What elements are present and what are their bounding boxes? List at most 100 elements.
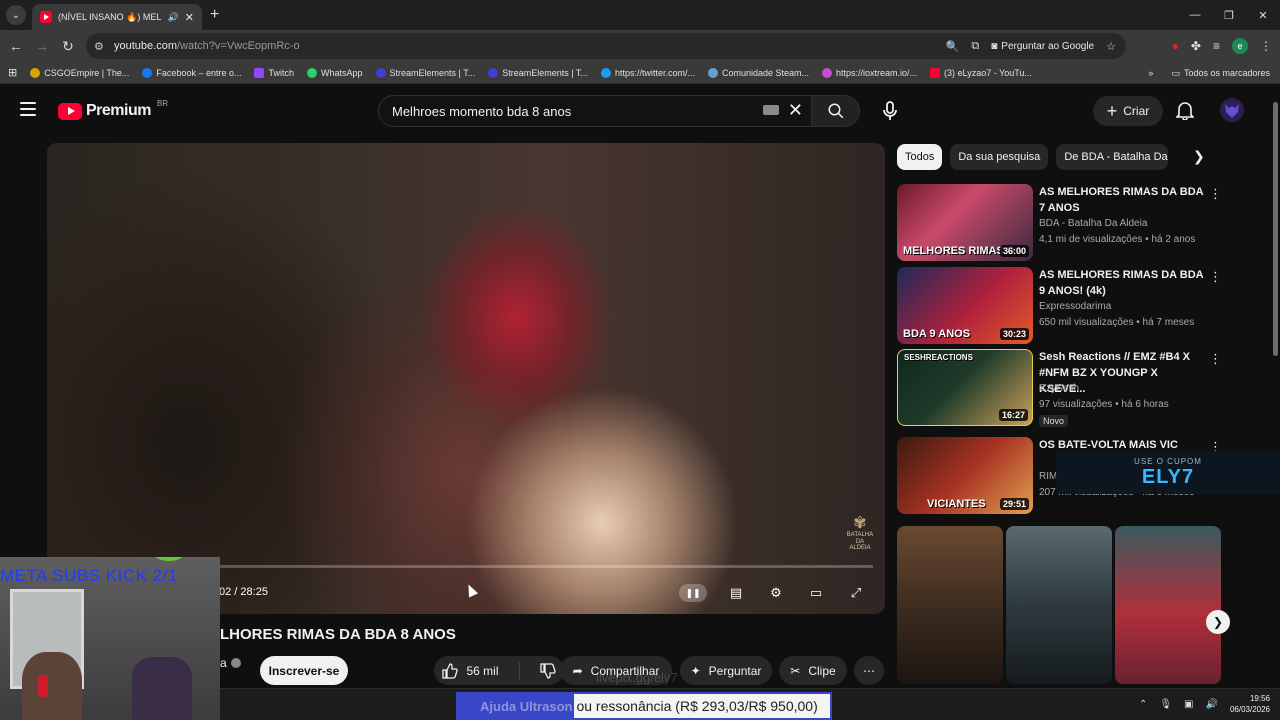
- shorts-next-chevron-icon[interactable]: ❯: [1206, 610, 1230, 634]
- voice-search-button[interactable]: [872, 95, 908, 127]
- minimize-icon[interactable]: —: [1178, 0, 1212, 30]
- more-bookmarks-chevron-icon[interactable]: »: [1148, 68, 1153, 78]
- bookmark-steam[interactable]: Comunidade Steam...: [707, 67, 809, 78]
- recommendation-channel[interactable]: RIM: [1039, 471, 1057, 482]
- time-display: 02 / 28:25: [219, 586, 268, 598]
- like-button[interactable]: 56 mil: [442, 662, 499, 679]
- short-thumbnail[interactable]: [1006, 526, 1112, 684]
- notifications-bell-icon[interactable]: [1175, 100, 1195, 125]
- bookmark-streamelements-1[interactable]: StreamElements | T...: [375, 67, 475, 78]
- video-thumbnail[interactable]: BDA 9 ANOS 30:23: [897, 267, 1033, 344]
- create-label: Criar: [1123, 104, 1150, 118]
- chip-from-channel[interactable]: De BDA - Batalha Da Aldeia: [1056, 144, 1169, 170]
- kebab-menu-icon[interactable]: ⋮: [1209, 186, 1222, 202]
- recommendation-title[interactable]: AS MELHORES RIMAS DA BDA 7 ANOS: [1039, 184, 1204, 216]
- recommendation-channel[interactable]: BDA - Batalha Da Aldeia: [1039, 218, 1147, 229]
- bookmark-ioxtream[interactable]: https://ioxtream.io/...: [822, 67, 917, 78]
- recommendation-item[interactable]: SESHREACTIONS 16:27 Sesh Reactions // EM…: [897, 349, 1227, 427]
- thumbs-down-icon[interactable]: [539, 662, 556, 679]
- back-arrow-icon[interactable]: ←: [3, 33, 29, 59]
- more-actions-icon[interactable]: ⋯: [854, 656, 884, 685]
- kebab-menu-icon[interactable]: ⋮: [1209, 269, 1222, 285]
- page-scrollbar[interactable]: [1270, 88, 1280, 688]
- recommendation-title[interactable]: AS MELHORES RIMAS DA BDA 9 ANOS! (4k): [1039, 267, 1204, 299]
- apps-grid-icon[interactable]: ⊞: [8, 66, 17, 79]
- recommendation-item[interactable]: BDA 9 ANOS 30:23 AS MELHORES RIMAS DA BD…: [897, 267, 1227, 345]
- video-player[interactable]: ✾ BATALHA DA ALDEIA 02 / 28:25 ❚❚ ▤ ⚙ ▭ …: [47, 143, 885, 614]
- bookmark-label: Facebook – entre o...: [156, 67, 242, 78]
- tray-chevron-icon[interactable]: ⌃: [1139, 699, 1147, 710]
- kebab-menu-icon[interactable]: ⋮: [1209, 351, 1222, 367]
- close-tab-icon[interactable]: ✕: [185, 11, 194, 24]
- video-thumbnail[interactable]: MELHORES RIMAS DA 36:00: [897, 184, 1033, 261]
- tab-search-chevron-icon[interactable]: ⌄: [6, 5, 26, 25]
- install-app-icon[interactable]: ⧉: [971, 40, 979, 53]
- chip-from-search[interactable]: Da sua pesquisa: [950, 144, 1049, 170]
- video-thumbnail[interactable]: SESHREACTIONS 16:27: [897, 349, 1033, 426]
- bookmark-youtube[interactable]: (3) eLyzao7 - YouTu...: [930, 67, 1032, 78]
- address-bar[interactable]: ⚙ youtube.com/watch?v=VwcEopmRc-o 🔍 ⧉ ◙ P…: [86, 33, 1126, 59]
- scrollbar-thumb[interactable]: [1273, 102, 1278, 356]
- bookmark-csgoempire[interactable]: CSGOEmpire | The...: [30, 67, 129, 78]
- channel-watermark: ✾ BATALHA DA ALDEIA: [845, 516, 875, 552]
- autoplay-toggle[interactable]: ❚❚: [679, 584, 707, 602]
- restore-icon[interactable]: ❐: [1212, 0, 1246, 30]
- zoom-icon[interactable]: 🔍: [946, 40, 960, 53]
- close-window-icon[interactable]: ✕: [1246, 0, 1280, 30]
- short-thumbnail[interactable]: [1115, 526, 1221, 684]
- taskbar-clock[interactable]: 19:56 06/03/2026: [1230, 693, 1270, 715]
- country-code: BR: [156, 98, 169, 108]
- tray-volume-icon[interactable]: 🔊: [1206, 699, 1218, 710]
- guide-menu-icon[interactable]: [20, 102, 36, 116]
- search-button[interactable]: [812, 95, 860, 127]
- tray-mic-icon[interactable]: 🎙: [1159, 699, 1172, 710]
- settings-gear-icon[interactable]: ⚙: [765, 582, 787, 604]
- keyboard-icon[interactable]: [763, 105, 779, 115]
- reload-icon[interactable]: ↻: [55, 33, 81, 59]
- chip-all[interactable]: Todos: [897, 144, 943, 170]
- forward-arrow-icon[interactable]: →: [29, 33, 55, 59]
- channel-name[interactable]: a: [220, 656, 227, 670]
- recommendation-channel[interactable]: Expressodarima: [1039, 301, 1111, 312]
- video-title: LHORES RIMAS DA BDA 8 ANOS: [220, 626, 456, 643]
- new-tab-plus-icon[interactable]: +: [210, 6, 219, 24]
- donation-link-watermark: livepix.gg/ely7: [596, 670, 678, 685]
- chips-next-chevron-icon[interactable]: ❯: [1193, 148, 1205, 165]
- bookmark-star-icon[interactable]: ☆: [1106, 40, 1116, 53]
- extension-red-icon[interactable]: ●: [1172, 39, 1179, 53]
- bookmark-twitter[interactable]: https://twitter.com/...: [600, 67, 695, 78]
- extensions-puzzle-icon[interactable]: ✤: [1191, 39, 1201, 53]
- all-bookmarks-folder[interactable]: ▭ Todos os marcadores: [1171, 68, 1270, 79]
- recommendation-channel[interactable]: CzySesh: [1039, 383, 1079, 394]
- speaker-icon[interactable]: 🔊: [168, 12, 179, 23]
- chrome-menu-icon[interactable]: ⋮: [1260, 39, 1272, 53]
- bookmark-whatsapp[interactable]: WhatsApp: [307, 67, 363, 78]
- clock-date: 06/03/2026: [1229, 705, 1270, 714]
- search-input[interactable]: Melhroes momento bda 8 anos ✕: [378, 95, 812, 127]
- ask-google-button[interactable]: ◙ Perguntar ao Google: [991, 41, 1094, 52]
- profile-avatar[interactable]: e: [1232, 38, 1248, 54]
- streamelements-icon: [488, 67, 499, 78]
- fullscreen-icon[interactable]: ⤢: [845, 582, 867, 604]
- account-avatar[interactable]: [1220, 98, 1244, 122]
- clear-search-icon[interactable]: ✕: [788, 100, 803, 121]
- theater-mode-icon[interactable]: ▭: [805, 582, 827, 604]
- media-control-icon[interactable]: ≡: [1213, 39, 1220, 53]
- site-info-icon[interactable]: ⚙: [94, 40, 114, 53]
- subtitles-icon[interactable]: ▤: [725, 582, 747, 604]
- clip-button[interactable]: ✂ Clipe: [779, 656, 847, 685]
- ask-button[interactable]: ✦ Perguntar: [680, 656, 772, 685]
- create-button[interactable]: + Criar: [1093, 96, 1163, 126]
- folder-icon: ▭: [1171, 67, 1180, 78]
- subscribe-button[interactable]: Inscrever-se: [260, 656, 348, 685]
- video-thumbnail[interactable]: VICIANTES 29:51: [897, 437, 1033, 514]
- youtube-premium-logo[interactable]: Premium BR: [58, 98, 169, 120]
- bookmark-streamelements-2[interactable]: StreamElements | T...: [488, 67, 588, 78]
- short-thumbnail[interactable]: [897, 526, 1003, 684]
- bookmark-twitch[interactable]: Twitch: [254, 67, 294, 78]
- tray-network-icon[interactable]: ▣: [1184, 699, 1193, 710]
- browser-tab-active[interactable]: (NÍVEL INSANO 🔥) MELHO 🔊 ✕: [32, 4, 202, 30]
- bookmark-facebook[interactable]: Facebook – entre o...: [142, 67, 242, 78]
- browser-tab-strip: ⌄ (NÍVEL INSANO 🔥) MELHO 🔊 ✕ + — ❐ ✕: [0, 0, 1280, 30]
- recommendation-item[interactable]: MELHORES RIMAS DA 36:00 AS MELHORES RIMA…: [897, 184, 1227, 262]
